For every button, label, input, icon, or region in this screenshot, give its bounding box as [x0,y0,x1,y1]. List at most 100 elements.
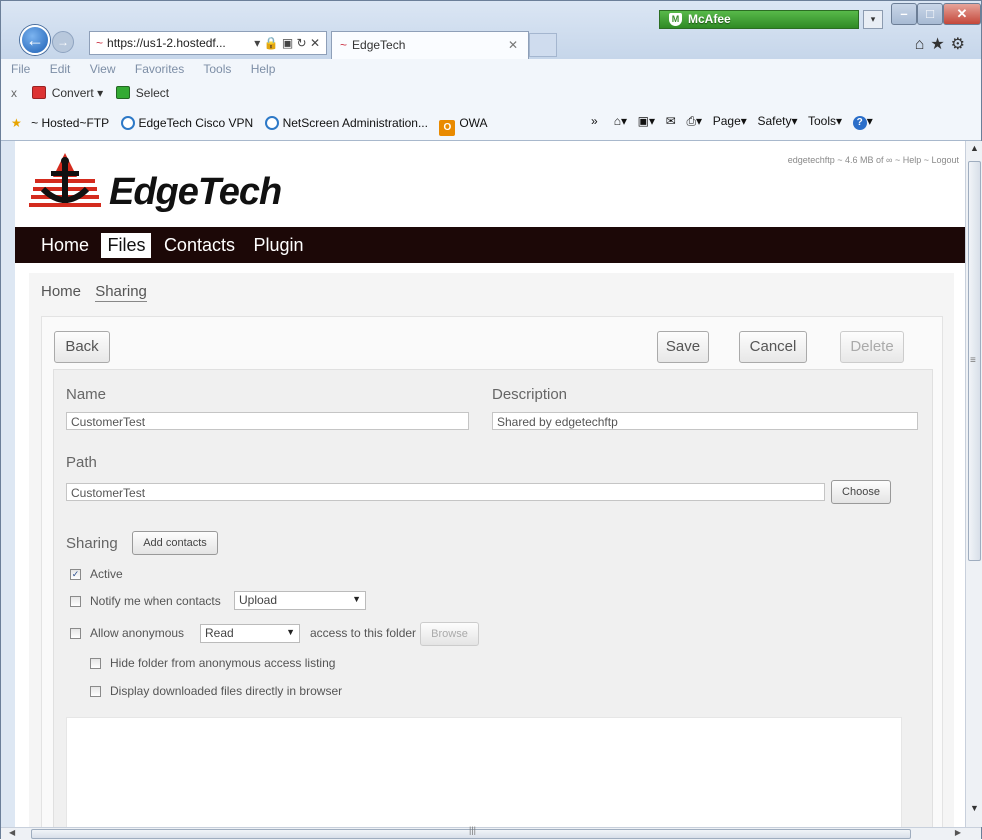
scroll-down-icon[interactable]: ▼ [970,803,979,813]
horizontal-scrollbar[interactable]: ◀ ||| ▶ [1,825,981,840]
gear-icon[interactable]: ⚙ [951,36,971,53]
select-icon [116,86,131,99]
help-icon[interactable]: ? [852,116,867,130]
forward-arrow-icon[interactable]: → [52,31,74,53]
scroll-right-icon[interactable]: ▶ [955,828,961,837]
fav-cisco-vpn[interactable]: EdgeTech Cisco VPN [139,116,254,130]
contacts-area[interactable] [66,717,902,827]
address-controls[interactable]: ▾ 🔒 ▣ ↻ ✕ [254,32,320,54]
close-toolbar-icon[interactable]: x [11,86,17,100]
anonymous-suffix: access to this folder [310,626,417,640]
ie-page-icon [264,116,279,130]
address-favicon: ~ [96,36,104,50]
scroll-left-icon[interactable]: ◀ [9,828,15,837]
nav-files[interactable]: Files [101,233,152,258]
mcafee-toolbar[interactable]: M McAfee [659,10,859,29]
convert-button[interactable]: Convert [52,86,94,100]
vertical-scrollbar[interactable]: ▲ ≡ ▼ [965,141,982,827]
print-icon[interactable]: ⎙▾ [686,114,702,128]
maximize-button[interactable]: □ [917,3,943,25]
nav-plugin[interactable]: Plugin [247,233,309,258]
add-contacts-button[interactable]: Add contacts [132,531,218,555]
menu-help[interactable]: Help [251,62,276,76]
command-bar: » ⌂▾ ▣▾ ✉ ⎙▾ Page▾ Safety▾ Tools▾ ? ▾ [591,114,873,130]
grip-icon: ≡ [970,355,976,366]
fav-owa[interactable]: OWA [459,116,487,130]
menu-tools[interactable]: Tools [203,62,231,76]
hide-folder-checkbox[interactable] [90,658,101,669]
new-tab-button[interactable] [529,33,557,57]
notify-checkbox[interactable] [70,596,81,607]
cmd-safety[interactable]: Safety [757,114,791,128]
cmd-tools[interactable]: Tools [808,114,836,128]
name-label: Name [66,386,107,403]
address-text: https://us1-2.hostedf... [107,36,226,50]
anchor-logo-icon [29,153,101,207]
breadcrumb-home[interactable]: Home [41,283,81,300]
ie-page-icon [120,116,135,130]
address-bar[interactable]: ~ https://us1-2.hostedf... ▾ 🔒 ▣ ↻ ✕ [89,31,327,55]
main-nav: Home Files Contacts Plugin [15,227,965,263]
mcafee-dropdown[interactable]: ▾ [863,10,883,29]
menu-favorites[interactable]: Favorites [135,62,184,76]
breadcrumb: Home Sharing [41,283,147,302]
browser-right-icons: ⌂★⚙ [915,34,971,54]
chevron-down-icon: ▼ [286,627,295,637]
delete-button[interactable]: Delete [840,331,904,363]
description-label: Description [492,386,568,403]
anonymous-label: Allow anonymous [90,626,185,640]
notify-select[interactable]: Upload ▼ [234,591,366,610]
menu-edit[interactable]: Edit [50,62,71,76]
home-icon[interactable]: ⌂▾ [614,114,627,128]
back-button[interactable]: Back [54,331,110,363]
scroll-up-icon[interactable]: ▲ [970,143,979,153]
select-button[interactable]: Select [136,86,169,100]
mcafee-label: McAfee [688,12,731,26]
browse-button[interactable]: Browse [420,622,479,646]
cmd-page[interactable]: Page [713,114,741,128]
menu-file[interactable]: File [11,62,30,76]
notify-select-value: Upload [239,593,278,607]
sharing-label: Sharing [66,535,118,552]
mcafee-shield-icon: M [669,13,682,26]
site-logo[interactable]: EdgeTech [29,149,289,219]
nav-contacts[interactable]: Contacts [158,233,241,258]
name-input[interactable]: CustomerTest [66,412,469,430]
active-label: Active [90,567,123,581]
user-status[interactable]: edgetechftp ~ 4.6 MB of ∞ ~ Help ~ Logou… [788,155,959,165]
active-checkbox[interactable]: ✓ [70,569,81,580]
path-input[interactable]: CustomerTest [66,483,825,501]
convert-dropdown-icon[interactable]: ▾ [97,86,103,100]
cancel-button[interactable]: Cancel [739,331,807,363]
sharing-form: Name CustomerTest Description Shared by … [53,369,933,827]
breadcrumb-sharing[interactable]: Sharing [95,283,147,302]
favorites-star-icon[interactable]: ★ [930,36,950,53]
fav-netscreen[interactable]: NetScreen Administration... [283,116,428,130]
chevron-down-icon: ▼ [352,594,361,604]
favorites-star-icon[interactable]: ★ [11,116,22,130]
display-in-browser-checkbox[interactable] [90,686,101,697]
home-icon[interactable]: ⌂ [915,36,931,53]
choose-button[interactable]: Choose [831,480,891,504]
fav-hosted-ftp[interactable]: ~ Hosted~FTP [31,116,109,130]
save-button[interactable]: Save [657,331,709,363]
close-button[interactable]: ✕ [943,3,981,25]
menu-view[interactable]: View [90,62,116,76]
title-bar: ← → ~ https://us1-2.hostedf... ▾ 🔒 ▣ ↻ ✕ … [1,1,981,59]
display-in-browser-label: Display downloaded files directly in bro… [110,684,343,698]
description-input[interactable]: Shared by edgetechftp [492,412,918,430]
mail-icon[interactable]: ✉ [666,114,676,128]
tab-edgetech[interactable]: ~ EdgeTech ✕ [331,31,529,59]
back-arrow-icon[interactable]: ← [20,25,50,55]
minimize-button[interactable]: – [891,3,917,25]
close-tab-icon[interactable]: ✕ [508,32,518,58]
anonymous-select[interactable]: Read ▼ [200,624,300,643]
anonymous-checkbox[interactable] [70,628,81,639]
window-left-frame [1,141,15,827]
nav-home[interactable]: Home [35,233,95,258]
convert-toolbar: x Convert ▾ Select [1,81,981,105]
chevron-icon[interactable]: » [591,114,598,128]
tab-title: EdgeTech [352,38,406,52]
rss-icon[interactable]: ▣▾ [638,114,655,128]
anonymous-select-value: Read [205,626,234,640]
